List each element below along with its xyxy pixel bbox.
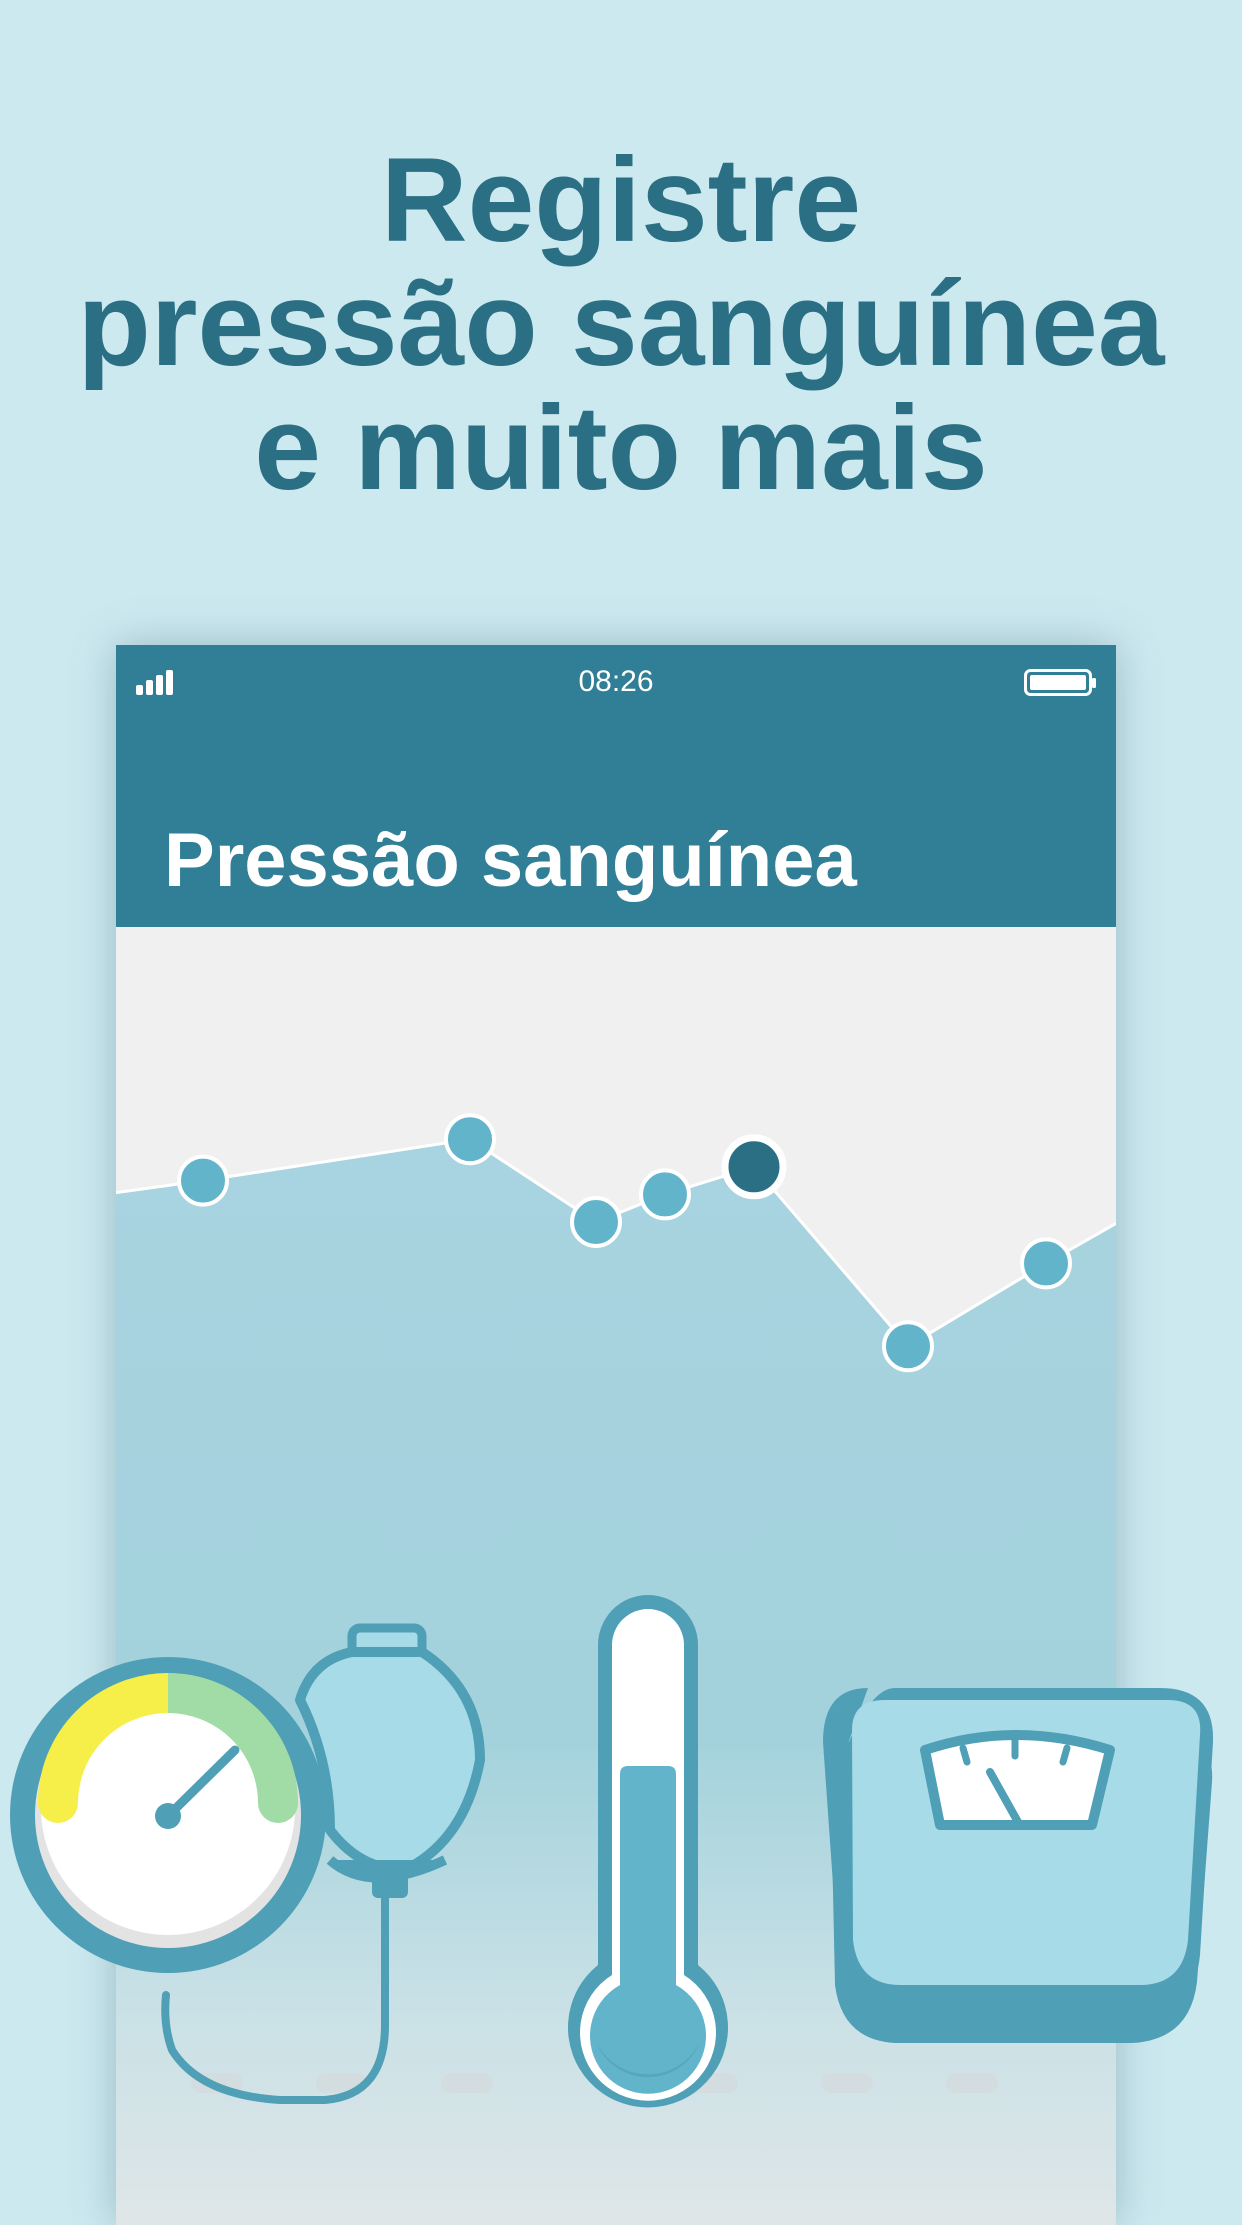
data-point[interactable] [570, 1196, 622, 1248]
data-point[interactable] [639, 1168, 691, 1221]
headline-line-2: pressão sanguínea [77, 257, 1165, 391]
headline: Registre pressão sanguínea e muito mais [0, 138, 1242, 510]
headline-line-1: Registre [380, 133, 862, 267]
data-point[interactable] [882, 1320, 934, 1373]
status-time: 08:26 [578, 665, 654, 698]
page-dot [821, 2073, 873, 2093]
data-point-selected[interactable] [721, 1134, 787, 1200]
page-dot [946, 2073, 998, 2093]
page-dot [316, 2073, 368, 2093]
screen-title: Pressão sanguínea [164, 818, 857, 903]
navigation-bar: 08:26 Pressão sanguínea [116, 645, 1116, 927]
data-point[interactable] [444, 1113, 496, 1166]
headline-line-3: e muito mais [254, 381, 988, 515]
page-dot [191, 2073, 243, 2093]
battery-icon [1024, 669, 1096, 696]
pressure-gauge-icon [10, 1657, 326, 1973]
data-point[interactable] [1020, 1237, 1072, 1290]
page-dot [441, 2073, 493, 2093]
weight-scale-icon [823, 1688, 1214, 2043]
data-point[interactable] [177, 1154, 229, 1207]
